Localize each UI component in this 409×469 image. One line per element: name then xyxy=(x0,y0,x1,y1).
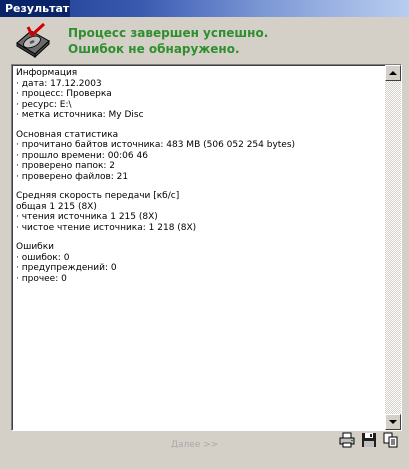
report-line: · ошибок: 0 xyxy=(16,252,70,263)
info-section: Информация · дата: 17.12.2003 · процесс:… xyxy=(16,68,386,121)
report-text: Информация · дата: 17.12.2003 · процесс:… xyxy=(16,68,386,426)
report-line: общая 1 215 (8X) xyxy=(16,201,97,212)
save-icon[interactable] xyxy=(361,432,377,448)
report-line: · ресурс: E:\ xyxy=(16,99,72,110)
report-line: · предупреждений: 0 xyxy=(16,263,117,273)
report-line: · проверено файлов: 21 xyxy=(16,171,129,182)
print-icon[interactable] xyxy=(339,432,355,448)
title-bar: Результат xyxy=(0,0,409,17)
stats-section: Основная статистика · прочитано байтов и… xyxy=(16,130,386,183)
report-line: · прочитано байтов источника: 483 MB (50… xyxy=(16,140,296,150)
report-line: · дата: 17.12.2003 xyxy=(16,78,102,89)
vertical-scrollbar[interactable] xyxy=(385,65,401,430)
section-heading: Ошибки xyxy=(16,242,55,252)
section-heading: Информация xyxy=(16,68,78,78)
status-success-message: Процесс завершен успешно. xyxy=(68,26,269,40)
report-line: · проверено папок: 2 xyxy=(16,161,116,171)
errors-section: Ошибки · ошибок: 0 · предупреждений: 0 ·… xyxy=(16,242,386,284)
section-heading: Основная статистика xyxy=(16,129,119,140)
report-line: · чтения источника 1 215 (8X) xyxy=(16,212,158,222)
report-line: · чистое чтение источника: 1 218 (8X) xyxy=(16,222,197,233)
scroll-up-button[interactable] xyxy=(385,65,401,81)
report-line: · метка источника: My Disc xyxy=(16,110,144,120)
next-button[interactable]: Далее >> xyxy=(171,440,218,450)
section-heading: Средняя скорость передачи [кб/с] xyxy=(16,191,180,201)
disc-icon xyxy=(14,22,52,59)
copy-icon[interactable] xyxy=(383,432,399,448)
status-errors-message: Ошибок не обнаружено. xyxy=(68,42,240,56)
arrow-down-icon xyxy=(389,420,397,424)
report-panel[interactable]: Информация · дата: 17.12.2003 · процесс:… xyxy=(11,64,402,431)
scroll-track[interactable] xyxy=(385,81,401,414)
speed-section: Средняя скорость передачи [кб/с] общая 1… xyxy=(16,191,386,233)
arrow-up-icon xyxy=(389,71,397,75)
report-line: · прочее: 0 xyxy=(16,273,67,284)
window-title: Результат xyxy=(5,2,70,15)
report-line: · прошло времени: 00:06 46 xyxy=(16,150,148,161)
report-line: · процесс: Проверка xyxy=(16,89,112,99)
scroll-down-button[interactable] xyxy=(385,414,401,430)
